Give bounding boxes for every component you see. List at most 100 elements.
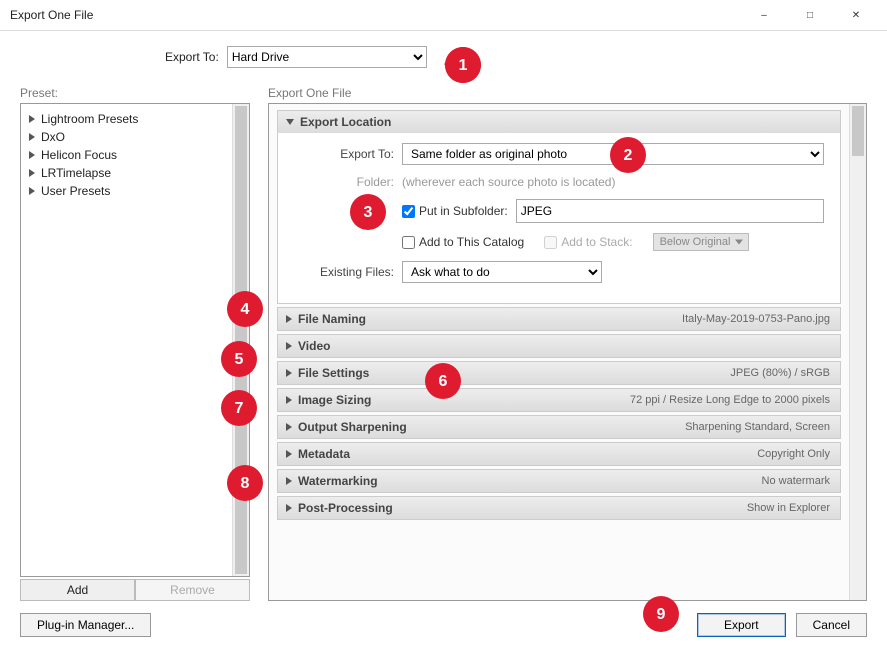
preset-column: Preset: Lightroom Presets DxO Helicon Fo…	[20, 86, 250, 601]
section-summary: Copyright Only	[757, 448, 830, 460]
section-header-watermarking[interactable]: Watermarking No watermark	[278, 470, 840, 492]
section-title: Metadata	[298, 447, 350, 461]
loc-export-to-label: Export To:	[294, 147, 394, 161]
preset-item[interactable]: Lightroom Presets	[25, 110, 228, 128]
section-title: Watermarking	[298, 474, 378, 488]
add-to-stack-label: Add to Stack:	[561, 235, 632, 249]
settings-label: Export One File	[268, 86, 867, 100]
add-preset-button[interactable]: Add	[20, 579, 135, 601]
preset-label: Preset:	[20, 86, 250, 100]
chevron-right-icon	[286, 477, 292, 485]
window-controls: – □ ✕	[741, 0, 879, 30]
section-watermarking: Watermarking No watermark	[277, 469, 841, 493]
content-area: Export To: Hard Drive Preset: Lightroom …	[0, 31, 887, 647]
preset-box: Lightroom Presets DxO Helicon Focus LRTi…	[20, 103, 250, 577]
export-to-label: Export To:	[165, 50, 219, 64]
section-summary: Sharpening Standard, Screen	[685, 421, 830, 433]
section-export-location: Export Location Export To: Same folder a…	[277, 110, 841, 304]
preset-buttons: Add Remove	[20, 579, 250, 601]
chevron-right-icon	[29, 133, 35, 141]
chevron-right-icon	[286, 450, 292, 458]
loc-export-to-select[interactable]: Same folder as original photo	[402, 143, 824, 165]
section-title: File Naming	[298, 312, 366, 326]
chevron-right-icon	[286, 342, 292, 350]
section-title: Video	[298, 339, 330, 353]
section-title: File Settings	[298, 366, 369, 380]
section-header-metadata[interactable]: Metadata Copyright Only	[278, 443, 840, 465]
minimize-button[interactable]: –	[741, 0, 787, 30]
settings-content: Export Location Export To: Same folder a…	[269, 104, 849, 600]
section-title: Output Sharpening	[298, 420, 407, 434]
section-header-export-location[interactable]: Export Location	[278, 111, 840, 133]
settings-panel: Export Location Export To: Same folder a…	[268, 103, 867, 601]
section-header-video[interactable]: Video	[278, 335, 840, 357]
preset-item-label: Helicon Focus	[41, 148, 117, 162]
section-output-sharpening: Output Sharpening Sharpening Standard, S…	[277, 415, 841, 439]
folder-label: Folder:	[294, 175, 394, 189]
section-header-file-settings[interactable]: File Settings JPEG (80%) / sRGB	[278, 362, 840, 384]
plugin-manager-button[interactable]: Plug-in Manager...	[20, 613, 151, 637]
titlebar: Export One File – □ ✕	[0, 0, 887, 31]
section-summary: JPEG (80%) / sRGB	[730, 367, 830, 379]
chevron-right-icon	[286, 504, 292, 512]
preset-item[interactable]: User Presets	[25, 182, 228, 200]
chevron-right-icon	[29, 187, 35, 195]
add-to-stack-input	[544, 236, 557, 249]
section-file-naming: File Naming Italy-May-2019-0753-Pano.jpg	[277, 307, 841, 331]
chevron-right-icon	[29, 169, 35, 177]
section-title: Export Location	[300, 115, 391, 129]
add-to-catalog-label: Add to This Catalog	[419, 235, 524, 249]
cancel-button[interactable]: Cancel	[796, 613, 867, 637]
window-title: Export One File	[10, 8, 741, 22]
existing-files-label: Existing Files:	[294, 265, 394, 279]
main-area: Preset: Lightroom Presets DxO Helicon Fo…	[20, 86, 867, 601]
chevron-right-icon	[29, 151, 35, 159]
footer: Plug-in Manager... Export Cancel	[20, 601, 867, 637]
remove-preset-button: Remove	[135, 579, 250, 601]
add-to-catalog-input[interactable]	[402, 236, 415, 249]
chevron-right-icon	[286, 423, 292, 431]
preset-item-label: LRTimelapse	[41, 166, 111, 180]
section-header-post-processing[interactable]: Post-Processing Show in Explorer	[278, 497, 840, 519]
preset-item[interactable]: Helicon Focus	[25, 146, 228, 164]
subfolder-input[interactable]	[516, 199, 824, 223]
section-body-export-location: Export To: Same folder as original photo…	[278, 133, 840, 303]
folder-value: (wherever each source photo is located)	[402, 175, 615, 189]
export-to-select[interactable]: Hard Drive	[227, 46, 427, 68]
section-summary: Italy-May-2019-0753-Pano.jpg	[682, 313, 830, 325]
preset-scrollbar[interactable]	[232, 104, 249, 576]
export-dialog: Export One File – □ ✕ Export To: Hard Dr…	[0, 0, 887, 647]
section-summary: Show in Explorer	[747, 502, 830, 514]
section-header-output-sharpening[interactable]: Output Sharpening Sharpening Standard, S…	[278, 416, 840, 438]
settings-scrollbar[interactable]	[849, 104, 866, 600]
preset-item-label: User Presets	[41, 184, 110, 198]
section-summary: No watermark	[762, 475, 830, 487]
section-header-file-naming[interactable]: File Naming Italy-May-2019-0753-Pano.jpg	[278, 308, 840, 330]
existing-files-select[interactable]: Ask what to do	[402, 261, 602, 283]
chevron-right-icon	[29, 115, 35, 123]
chevron-down-icon	[286, 119, 294, 125]
close-button[interactable]: ✕	[833, 0, 879, 30]
section-title: Image Sizing	[298, 393, 371, 407]
put-in-subfolder-label: Put in Subfolder:	[419, 204, 508, 218]
top-export-row: Export To: Hard Drive	[20, 46, 867, 68]
export-button[interactable]: Export	[697, 613, 786, 637]
chevron-right-icon	[286, 369, 292, 377]
section-image-sizing: Image Sizing 72 ppi / Resize Long Edge t…	[277, 388, 841, 412]
preset-list[interactable]: Lightroom Presets DxO Helicon Focus LRTi…	[21, 104, 232, 576]
preset-item[interactable]: LRTimelapse	[25, 164, 228, 182]
preset-item-label: Lightroom Presets	[41, 112, 138, 126]
add-to-stack-checkbox: Add to Stack:	[544, 235, 632, 249]
put-in-subfolder-checkbox[interactable]: Put in Subfolder:	[402, 204, 508, 218]
chevron-right-icon	[286, 396, 292, 404]
settings-column: Export One File Export Location Export T	[268, 86, 867, 601]
put-in-subfolder-input[interactable]	[402, 205, 415, 218]
section-metadata: Metadata Copyright Only	[277, 442, 841, 466]
preset-item-label: DxO	[41, 130, 65, 144]
section-post-processing: Post-Processing Show in Explorer	[277, 496, 841, 520]
preset-item[interactable]: DxO	[25, 128, 228, 146]
section-summary: 72 ppi / Resize Long Edge to 2000 pixels	[630, 394, 830, 406]
add-to-catalog-checkbox[interactable]: Add to This Catalog	[402, 235, 524, 249]
maximize-button[interactable]: □	[787, 0, 833, 30]
section-header-image-sizing[interactable]: Image Sizing 72 ppi / Resize Long Edge t…	[278, 389, 840, 411]
